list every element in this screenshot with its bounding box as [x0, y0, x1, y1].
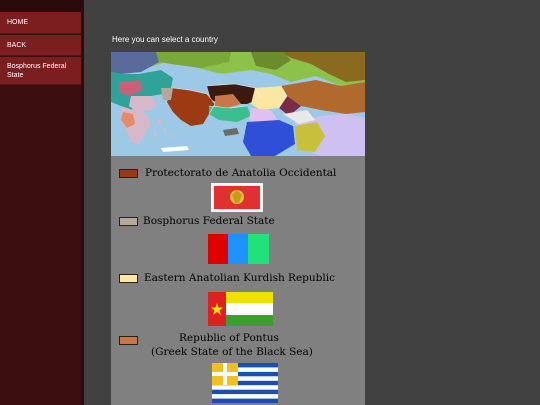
- flag-pontus-icon[interactable]: [212, 363, 278, 403]
- flag-bosphorus-icon[interactable]: [208, 234, 269, 264]
- legend-label-line1: Republic of Pontus: [179, 332, 279, 344]
- page-prompt: Here you can select a country: [112, 35, 218, 44]
- region-map[interactable]: [111, 52, 365, 156]
- flag-protectorate-icon[interactable]: [211, 183, 263, 212]
- country-panel: Protectorato de Anatolia Occidental Bosp…: [111, 52, 365, 405]
- legend-label-line2: (Greek State of the Black Sea): [151, 346, 313, 358]
- legend-label: Eastern Anatolian Kurdish Republic: [144, 272, 335, 284]
- legend-swatch: [119, 169, 138, 178]
- sidebar-item-label: HOME: [7, 19, 28, 26]
- sidebar-item-label: Bosphorus Federal State: [7, 62, 67, 79]
- sidebar-item-label: BACK: [7, 41, 27, 49]
- sidebar-top-strip: [0, 0, 84, 12]
- legend-label: Bosphorus Federal State: [143, 215, 275, 227]
- sidebar-edge: [81, 0, 84, 405]
- sidebar-item-home[interactable]: HOME: [0, 12, 81, 34]
- sidebar: HOME BACK Bosphorus Federal State: [0, 0, 84, 405]
- sidebar-item-back[interactable]: BACK: [0, 35, 81, 56]
- legend-swatch: [119, 336, 138, 345]
- legend-swatch: [119, 217, 138, 226]
- legend-label: Protectorato de Anatolia Occidental: [145, 167, 337, 179]
- legend-swatch: [119, 274, 138, 283]
- flag-kurdish-icon[interactable]: [208, 292, 273, 326]
- sidebar-item-bosphorus-federal-state[interactable]: Bosphorus Federal State: [0, 57, 81, 85]
